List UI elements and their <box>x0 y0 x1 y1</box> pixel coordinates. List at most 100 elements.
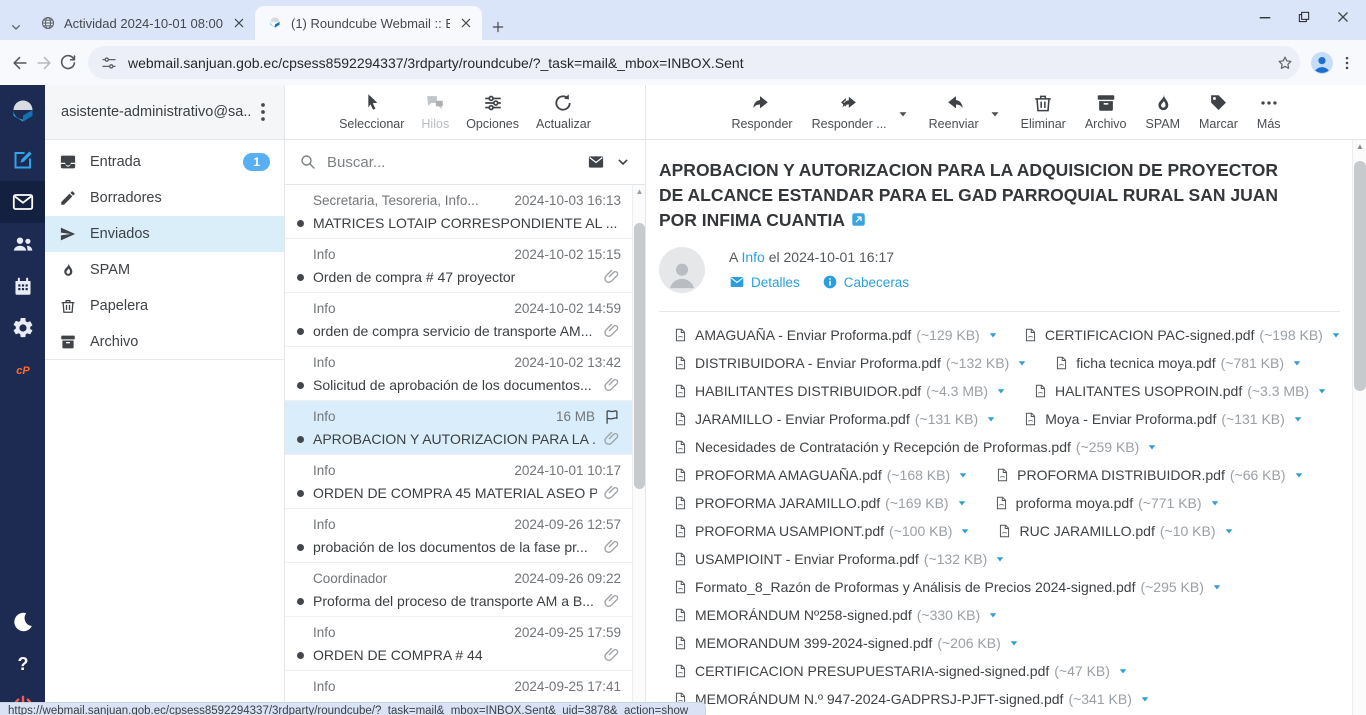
responder--button[interactable]: Responder ... <box>812 92 887 131</box>
chevron-down-icon[interactable] <box>988 107 1002 121</box>
folder-item-enviados[interactable]: Enviados <box>45 216 284 252</box>
caret-icon[interactable] <box>956 497 968 509</box>
caret-icon[interactable] <box>957 469 969 481</box>
recipient-link[interactable]: Info <box>741 249 764 265</box>
message-row[interactable]: Info 16 MB APROBACION Y AUTORIZACION PAR… <box>285 401 645 455</box>
tab-search-icon[interactable] <box>8 19 24 35</box>
external-link-icon[interactable] <box>851 212 866 227</box>
rail-item-darkmode[interactable] <box>0 601 45 643</box>
minimize-icon[interactable] <box>1256 8 1274 26</box>
star-icon[interactable] <box>1276 54 1294 72</box>
rail-item-help[interactable]: ? <box>0 643 45 685</box>
caret-icon[interactable] <box>1008 637 1020 649</box>
roundcube-logo[interactable] <box>8 85 38 139</box>
caret-icon[interactable] <box>1139 693 1151 705</box>
chevron-down-icon[interactable] <box>615 154 631 170</box>
select-button[interactable]: Seleccionar <box>339 92 404 131</box>
responder-button[interactable]: Responder <box>731 92 792 131</box>
attachment-link[interactable]: PROFORMA JARAMILLO.pdf <box>695 495 880 511</box>
message-row[interactable]: Info 2024-10-02 15:15 Orden de compra # … <box>285 239 645 293</box>
caret-icon[interactable] <box>1293 469 1305 481</box>
message-row[interactable]: Info 2024-10-02 13:42 Solicitud de aprob… <box>285 347 645 401</box>
spam-button[interactable]: SPAM <box>1146 92 1181 131</box>
rail-item-contacts[interactable] <box>0 223 45 265</box>
attachment-link[interactable]: JARAMILLO - Enviar Proforma.pdf <box>695 411 910 427</box>
forward-icon[interactable] <box>34 53 54 73</box>
caret-icon[interactable] <box>1117 665 1129 677</box>
caret-icon[interactable] <box>1330 329 1342 341</box>
caret-icon[interactable] <box>1223 525 1235 537</box>
caret-icon[interactable] <box>1211 581 1223 593</box>
attachment-link[interactable]: proforma moya.pdf <box>1016 495 1134 511</box>
attachment-link[interactable]: PROFORMA AMAGUAÑA.pdf <box>695 467 882 483</box>
attachment-link[interactable]: MEMORANDUM 399-2024-signed.pdf <box>695 635 932 651</box>
attachment-link[interactable]: PROFORMA DISTRIBUIDOR.pdf <box>1017 467 1225 483</box>
back-icon[interactable] <box>10 53 30 73</box>
message-row[interactable]: Info 2024-10-02 14:59 orden de compra se… <box>285 293 645 347</box>
folder-item-archivo[interactable]: Archivo <box>45 324 284 360</box>
address-bar[interactable]: webmail.sanjuan.gob.ec/cpsess8592294337/… <box>88 46 1300 79</box>
eliminar-button[interactable]: Eliminar <box>1021 92 1066 131</box>
caret-icon[interactable] <box>994 553 1006 565</box>
refresh-button[interactable]: Actualizar <box>536 92 591 131</box>
attachment-link[interactable]: CERTIFICACION PAC-signed.pdf <box>1045 327 1255 343</box>
attachment-link[interactable]: MEMORÁNDUM N.º 947-2024-GADPRSJ-PJFT-sig… <box>695 691 1063 707</box>
caret-icon[interactable] <box>1316 385 1328 397</box>
caret-icon[interactable] <box>985 413 997 425</box>
reenviar-button[interactable]: Reenviar <box>929 92 979 131</box>
rail-item-settings[interactable] <box>0 307 45 349</box>
rail-item-mail[interactable] <box>0 181 45 223</box>
search-input[interactable] <box>327 154 577 171</box>
caret-icon[interactable] <box>1292 413 1304 425</box>
folder-item-papelera[interactable]: Papelera <box>45 288 284 324</box>
browser-tab-2[interactable]: (1) Roundcube Webmail :: Envia <box>255 6 482 40</box>
chevron-down-icon[interactable] <box>896 107 910 121</box>
scrollbar-thumb[interactable] <box>1354 161 1366 391</box>
caret-icon[interactable] <box>959 525 971 537</box>
scrollbar-thumb[interactable] <box>634 223 645 489</box>
search-scope-envelope-icon[interactable] <box>587 153 605 171</box>
rail-item-cpanel[interactable]: cP <box>0 349 45 391</box>
restore-icon[interactable] <box>1296 9 1312 25</box>
reading-scrollbar[interactable]: ▲ <box>1352 140 1366 715</box>
attachment-link[interactable]: Moya - Enviar Proforma.pdf <box>1045 411 1216 427</box>
caret-icon[interactable] <box>995 385 1007 397</box>
folder-item-entrada[interactable]: Entrada 1 <box>45 144 284 180</box>
reload-icon[interactable] <box>58 53 78 73</box>
folder-item-spam[interactable]: SPAM <box>45 252 284 288</box>
message-row[interactable]: Info 2024-10-01 10:17 ORDEN DE COMPRA 45… <box>285 455 645 509</box>
scroll-up-icon[interactable]: ▲ <box>633 185 646 197</box>
attachment-link[interactable]: Necesidades de Contratación y Recepción … <box>695 439 1071 455</box>
close-icon[interactable] <box>231 15 247 31</box>
attachment-link[interactable]: HALITANTES USOPROIN.pdf <box>1055 383 1242 399</box>
close-icon[interactable] <box>458 15 474 31</box>
archivo-button[interactable]: Archivo <box>1085 92 1127 131</box>
attachment-link[interactable]: PROFORMA USAMPIONT.pdf <box>695 523 884 539</box>
attachment-link[interactable]: AMAGUAÑA - Enviar Proforma.pdf <box>695 327 911 343</box>
attachment-link[interactable]: MEMORÁNDUM Nº258-signed.pdf <box>695 607 912 623</box>
attachment-link[interactable]: ficha tecnica moya.pdf <box>1076 355 1215 371</box>
attachment-link[interactable]: CERTIFICACION PRESUPUESTARIA-signed-sign… <box>695 663 1049 679</box>
caret-icon[interactable] <box>1016 357 1028 369</box>
threads-button[interactable]: Hilos <box>421 92 449 131</box>
caret-icon[interactable] <box>987 329 999 341</box>
close-icon[interactable] <box>1334 8 1352 26</box>
caret-icon[interactable] <box>1291 357 1303 369</box>
kebab-icon[interactable] <box>250 99 276 125</box>
attachment-link[interactable]: HABILITANTES DISTRIBUIDOR.pdf <box>695 383 921 399</box>
list-scrollbar[interactable]: ▲ ▼ <box>632 185 645 715</box>
site-info-icon[interactable] <box>100 54 118 72</box>
más-button[interactable]: Más <box>1257 92 1281 131</box>
message-row[interactable]: Secretaria, Tesoreria, Info... 2024-10-0… <box>285 185 645 239</box>
browser-menu-icon[interactable] <box>1338 54 1356 72</box>
folder-item-borradores[interactable]: Borradores <box>45 180 284 216</box>
rail-item-calendar[interactable] <box>0 265 45 307</box>
attachment-link[interactable]: USAMPIOINT - Enviar Proforma.pdf <box>695 551 919 567</box>
caret-icon[interactable] <box>1146 441 1158 453</box>
profile-icon[interactable] <box>1310 51 1334 75</box>
caret-icon[interactable] <box>1209 497 1221 509</box>
marcar-button[interactable]: Marcar <box>1199 92 1238 131</box>
attachment-link[interactable]: RUC JARAMILLO.pdf <box>1019 523 1154 539</box>
scroll-up-icon[interactable]: ▲ <box>1353 140 1366 153</box>
options-button[interactable]: Opciones <box>466 92 519 131</box>
